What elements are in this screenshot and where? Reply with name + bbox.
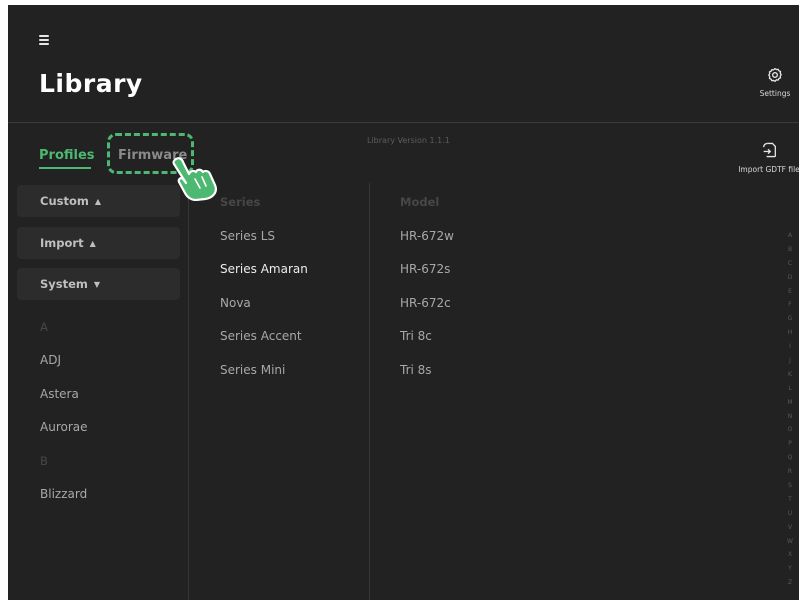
brand-item-astera[interactable]: Astera — [40, 387, 79, 401]
model-item[interactable]: Tri 8s — [400, 363, 432, 377]
alphabet-letter[interactable]: Y — [784, 562, 796, 576]
series-item[interactable]: Series Accent — [220, 329, 302, 343]
chevron-up-icon: ▲ — [89, 239, 96, 248]
series-item[interactable]: Series LS — [220, 229, 275, 243]
chevron-down-icon: ▼ — [93, 280, 101, 289]
group-custom-button[interactable]: Custom ▲ — [17, 185, 180, 217]
alphabet-letter[interactable]: V — [784, 521, 796, 535]
alphabet-letter[interactable]: C — [784, 257, 796, 271]
alphabet-letter[interactable]: E — [784, 285, 796, 299]
alphabet-letter[interactable]: K — [784, 368, 796, 382]
model-item[interactable]: HR-672c — [400, 296, 451, 310]
group-import-label: Import — [40, 236, 84, 250]
model-item[interactable]: HR-672w — [400, 229, 454, 243]
hand-pointer-icon — [172, 157, 217, 201]
letter-header-b: B — [40, 454, 48, 468]
group-import-button[interactable]: Import ▲ — [17, 227, 180, 259]
alphabet-letter[interactable]: I — [784, 340, 796, 354]
library-version: Library Version 1.1.1 — [367, 136, 450, 145]
alphabet-index: ABCDEFGHIJKLMNOPQRSTUVWXYZ — [784, 229, 796, 590]
alphabet-letter[interactable]: H — [784, 326, 796, 340]
group-custom-label: Custom — [40, 194, 89, 208]
column-divider — [369, 183, 370, 600]
header-divider — [8, 122, 799, 123]
brand-item-blizzard[interactable]: Blizzard — [40, 487, 87, 501]
model-item[interactable]: Tri 8c — [400, 329, 432, 343]
alphabet-letter[interactable]: M — [784, 396, 796, 410]
import-gdtf-button[interactable]: Import GDTF file — [738, 142, 799, 174]
alphabet-letter[interactable]: D — [784, 271, 796, 285]
model-header: Model — [400, 195, 440, 209]
model-item[interactable]: HR-672s — [400, 262, 450, 276]
alphabet-letter[interactable]: Z — [784, 576, 796, 590]
alphabet-letter[interactable]: F — [784, 298, 796, 312]
menu-icon[interactable] — [39, 35, 51, 45]
group-system-label: System — [40, 277, 88, 291]
active-tab-indicator — [39, 167, 91, 169]
series-header: Series — [220, 195, 261, 209]
settings-label: Settings — [759, 89, 791, 98]
alphabet-letter[interactable]: X — [784, 548, 796, 562]
import-label: Import GDTF file — [738, 165, 799, 174]
series-item[interactable]: Nova — [220, 296, 251, 310]
alphabet-letter[interactable]: U — [784, 507, 796, 521]
tab-profiles[interactable]: Profiles — [39, 148, 95, 163]
column-divider — [188, 183, 189, 600]
page-title: Library — [39, 69, 143, 98]
alphabet-letter[interactable]: R — [784, 465, 796, 479]
brand-item-adj[interactable]: ADJ — [40, 353, 61, 367]
alphabet-letter[interactable]: G — [784, 312, 796, 326]
alphabet-letter[interactable]: J — [784, 354, 796, 368]
alphabet-letter[interactable]: L — [784, 382, 796, 396]
settings-button[interactable]: Settings — [750, 67, 799, 98]
alphabet-letter[interactable]: T — [784, 493, 796, 507]
app-window: Library Settings Library Version 1.1.1 I… — [8, 5, 799, 600]
alphabet-letter[interactable]: P — [784, 437, 796, 451]
alphabet-letter[interactable]: O — [784, 423, 796, 437]
series-item[interactable]: Series Mini — [220, 363, 285, 377]
letter-header-a: A — [40, 320, 48, 334]
alphabet-letter[interactable]: Q — [784, 451, 796, 465]
alphabet-letter[interactable]: B — [784, 243, 796, 257]
brand-item-aurorae[interactable]: Aurorae — [40, 420, 88, 434]
gear-icon — [768, 67, 782, 83]
alphabet-letter[interactable]: A — [784, 229, 796, 243]
import-file-icon — [762, 142, 776, 158]
alphabet-letter[interactable]: W — [784, 535, 796, 549]
chevron-up-icon: ▲ — [94, 197, 102, 206]
alphabet-letter[interactable]: S — [784, 479, 796, 493]
alphabet-letter[interactable]: N — [784, 410, 796, 424]
group-system-button[interactable]: System ▼ — [17, 268, 180, 300]
series-item-selected[interactable]: Series Amaran — [220, 262, 308, 276]
